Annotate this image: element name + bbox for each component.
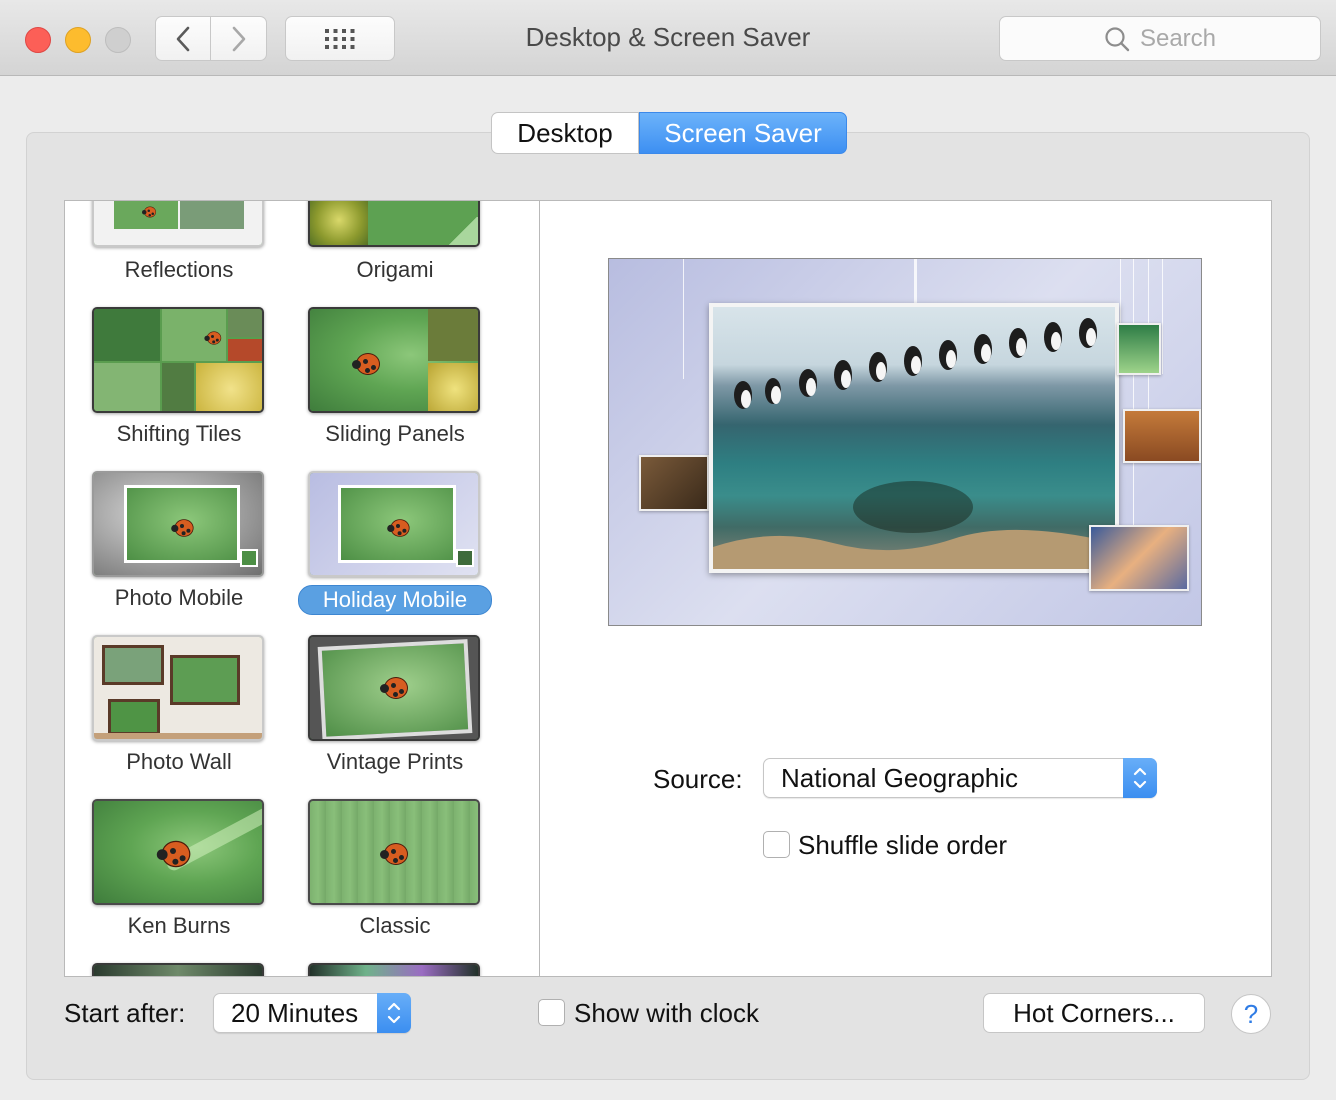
thumb-partial-2[interactable] [308,963,480,976]
show-clock-checkbox[interactable] [538,999,565,1026]
help-button[interactable]: ? [1231,994,1271,1034]
start-after-popup[interactable]: 20 Minutes [213,993,411,1033]
start-after-value: 20 Minutes [231,997,359,1028]
thumb-photo-mobile[interactable] [92,471,264,577]
caption-shifting-tiles[interactable]: Shifting Tiles [71,421,287,447]
shuffle-checkbox[interactable] [763,831,790,858]
thumb-classic[interactable] [308,799,480,905]
caption-ken-burns[interactable]: Ken Burns [71,913,287,939]
caption-photo-wall[interactable]: Photo Wall [71,749,287,775]
caption-holiday-mobile[interactable]: Holiday Mobile [298,585,492,615]
source-popup[interactable]: National Geographic [763,758,1157,798]
chevron-left-icon [176,26,190,51]
title-bar: Desktop & Screen Saver Search [0,0,1336,76]
back-button[interactable] [155,16,211,61]
tab-desktop[interactable]: Desktop [491,112,639,154]
thumb-shifting-tiles[interactable] [92,307,264,413]
show-clock-label[interactable]: Show with clock [574,998,759,1029]
forward-button[interactable] [211,16,267,61]
updown-arrows-icon [377,993,411,1033]
thumb-holiday-mobile[interactable] [308,471,480,577]
caption-photo-mobile[interactable]: Photo Mobile [71,585,287,611]
hot-corners-button[interactable]: Hot Corners... [983,993,1205,1033]
screensaver-preview [608,258,1202,626]
updown-arrows-icon [1123,758,1157,798]
shuffle-label[interactable]: Shuffle slide order [798,830,1007,861]
start-after-label: Start after: [64,998,186,1028]
preferences-window: Desktop & Screen Saver Search Desktop Sc… [0,0,1336,1100]
search-placeholder: Search [1139,24,1217,52]
source-value: National Geographic [781,762,1019,793]
caption-sliding-panels[interactable]: Sliding Panels [287,421,503,447]
search-field[interactable]: Search [999,16,1321,61]
close-button[interactable] [25,27,51,53]
thumb-partial-1[interactable] [92,963,264,976]
thumb-photo-wall[interactable] [92,635,264,741]
preview-main-photo [709,303,1119,573]
caption-classic[interactable]: Classic [287,913,503,939]
source-label: Source: [653,764,743,794]
grid-icon [325,28,355,49]
thumb-vintage-prints[interactable] [308,635,480,741]
caption-origami[interactable]: Origami [287,257,503,283]
caption-reflections[interactable]: Reflections [71,257,287,283]
screensaver-list[interactable]: Reflections Origami Shifting Tiles Slidi… [64,200,540,977]
thumb-sliding-panels[interactable] [308,307,480,413]
tab-screen-saver[interactable]: Screen Saver [639,112,847,154]
zoom-button[interactable] [105,27,131,53]
minimize-button[interactable] [65,27,91,53]
thumb-reflections[interactable] [92,201,264,247]
thumb-ken-burns[interactable] [92,799,264,905]
caption-vintage-prints[interactable]: Vintage Prints [287,749,503,775]
search-icon [1105,26,1130,51]
thumb-origami[interactable] [308,201,480,247]
show-all-button[interactable] [285,16,395,61]
chevron-right-icon [232,26,245,51]
